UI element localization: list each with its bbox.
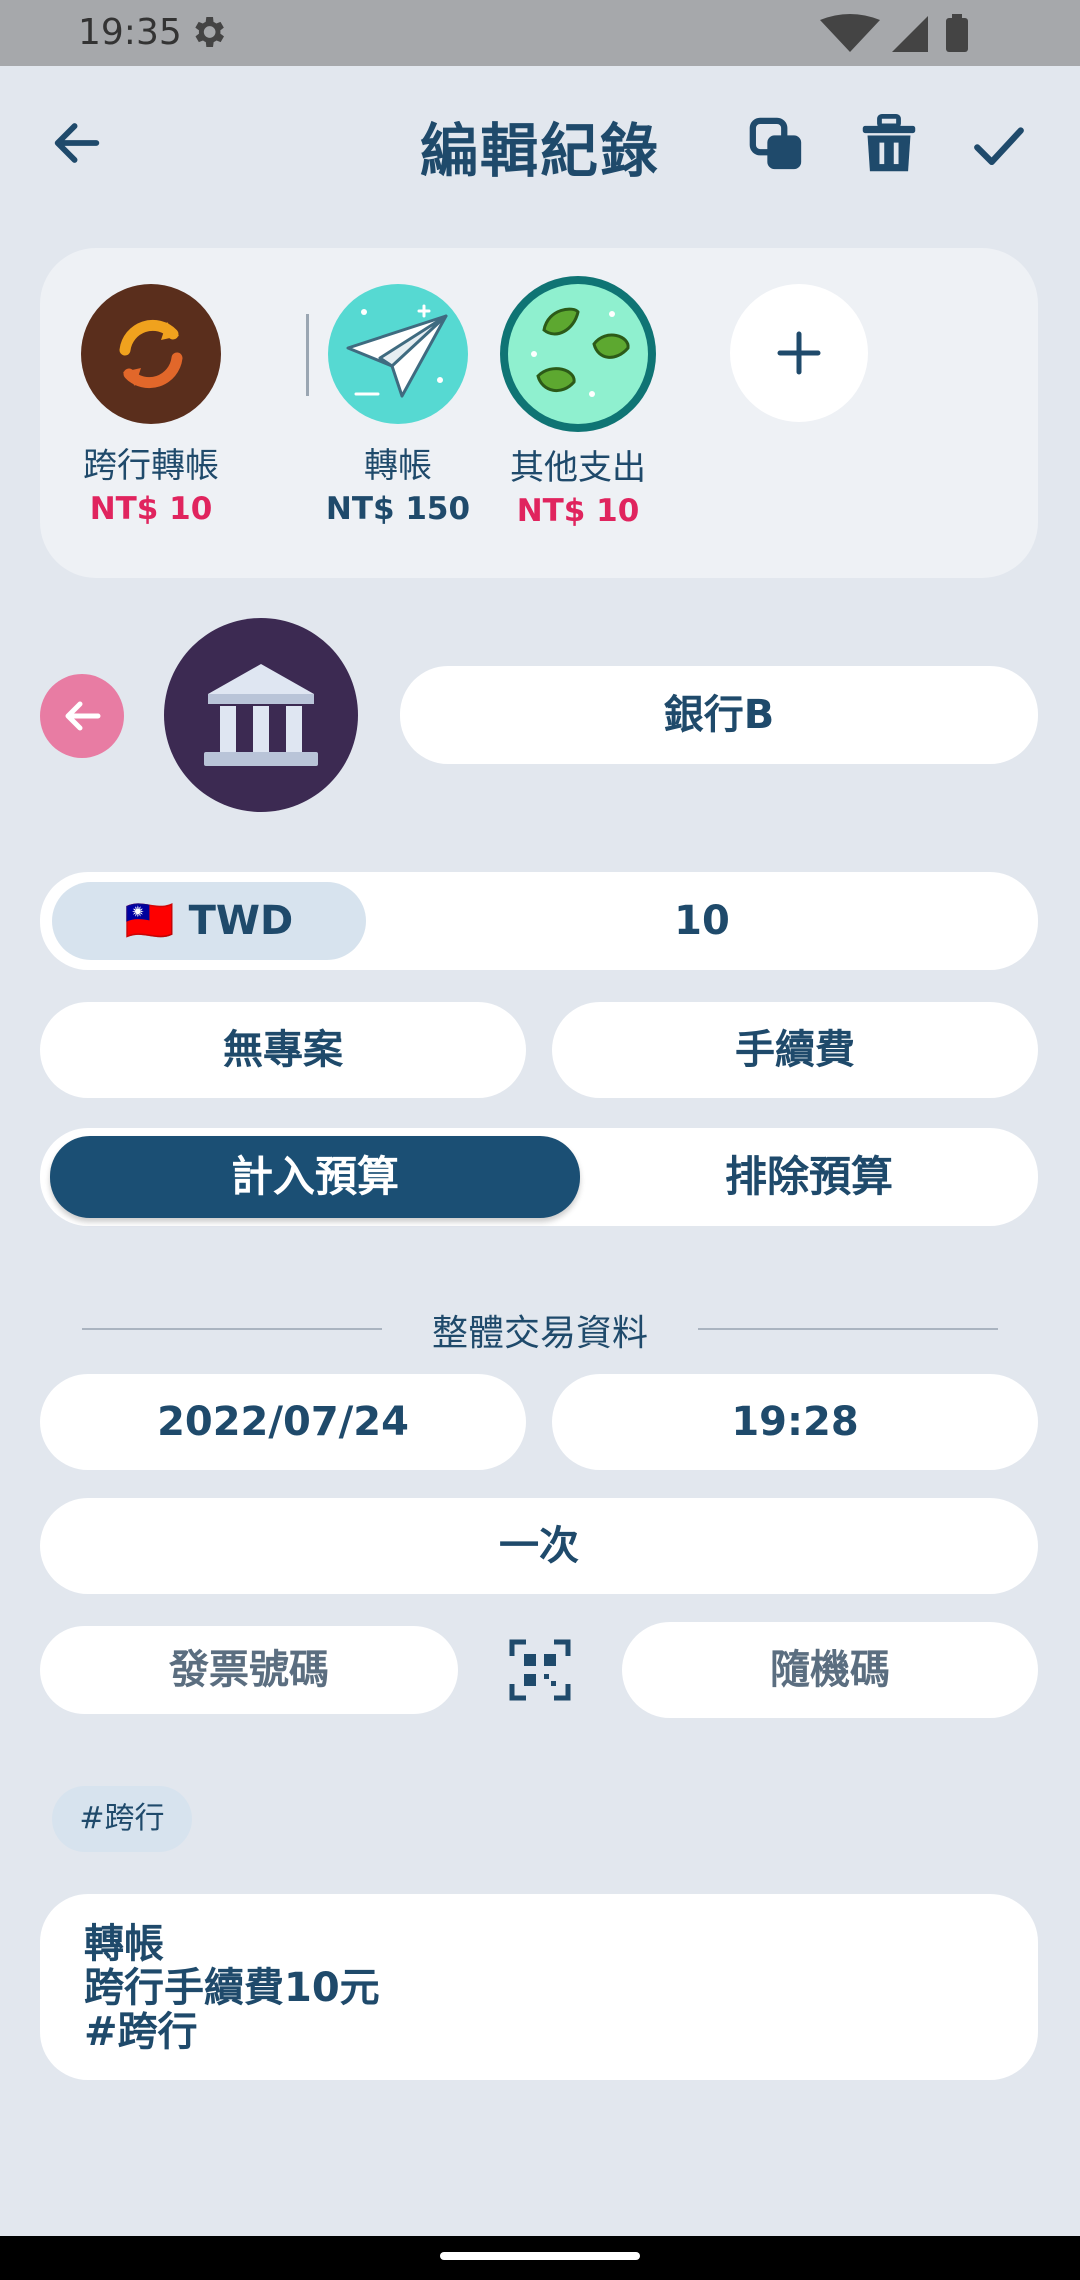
note-line: #跨行 — [84, 2009, 198, 2055]
settings-gear-icon — [195, 17, 224, 47]
left-arrow-icon — [65, 701, 101, 731]
home-gesture-handle[interactable] — [440, 2252, 640, 2260]
section-header: 整體交易資料 — [82, 1300, 998, 1360]
plus-icon — [777, 331, 821, 375]
note-line: 跨行手續費10元 — [84, 1965, 380, 2011]
status-icons — [810, 14, 1010, 63]
section-label: 整體交易資料 — [431, 1313, 648, 1354]
qr-scan-icon[interactable] — [508, 1638, 572, 1702]
exclude-budget-option[interactable]: 排除預算 — [580, 1128, 1038, 1226]
status-time: 19:35 — [78, 12, 182, 53]
status-bar: 19:35 — [0, 0, 1080, 66]
amount-input[interactable]: 10 — [366, 872, 1038, 970]
currency-code: TWD — [188, 898, 294, 944]
include-budget-option[interactable]: 計入預算 — [50, 1136, 580, 1218]
save-check-icon[interactable] — [970, 116, 1028, 174]
battery-icon — [946, 18, 968, 52]
signal-icon — [892, 16, 928, 52]
top-app-bar: 編輯紀錄 — [0, 66, 1080, 216]
tag-chip[interactable]: #跨行 — [52, 1786, 192, 1852]
category-name: 轉帳 — [364, 446, 432, 486]
category-interbank-transfer[interactable]: 跨行轉帳 NT$ 10 — [78, 284, 224, 527]
amount-row: 🇹🇼 TWD 10 — [40, 872, 1038, 970]
bank-account-icon[interactable] — [164, 618, 358, 812]
wifi-icon — [820, 14, 880, 52]
bank-building-icon — [204, 664, 318, 766]
category-divider — [306, 314, 309, 396]
fee-selector[interactable]: 手續費 — [552, 1002, 1038, 1098]
note-textarea[interactable]: 轉帳 跨行手續費10元 #跨行 — [40, 1894, 1038, 2080]
category-amount: NT$ 150 — [325, 491, 471, 527]
note-line: 轉帳 — [84, 1921, 164, 1967]
category-name: 其他支出 — [510, 448, 646, 488]
page-title: 編輯紀錄 — [419, 117, 660, 185]
paper-plane-icon — [328, 284, 468, 424]
category-other-expense[interactable]: 其他支出 NT$ 10 — [498, 276, 658, 529]
project-selector[interactable]: 無專案 — [40, 1002, 526, 1098]
category-amount: NT$ 10 — [516, 493, 640, 529]
add-category-button[interactable] — [730, 284, 868, 422]
time-field[interactable]: 19:28 — [552, 1374, 1038, 1470]
account-selector[interactable]: 銀行B — [400, 666, 1038, 764]
interbank-transfer-icon — [81, 284, 221, 424]
leaves-icon — [500, 276, 656, 432]
category-card: 跨行轉帳 NT$ 10 轉帳 NT$ 150 其他支出 NT$ 10 — [40, 248, 1038, 578]
duplicate-icon[interactable] — [748, 116, 806, 174]
trash-icon[interactable] — [860, 114, 918, 176]
category-amount: NT$ 10 — [89, 491, 213, 527]
budget-toggle: 計入預算 排除預算 — [40, 1128, 1038, 1226]
category-transfer[interactable]: 轉帳 NT$ 150 — [318, 284, 478, 527]
repeat-selector[interactable]: 一次 — [40, 1498, 1038, 1594]
category-name: 跨行轉帳 — [83, 446, 219, 486]
currency-selector[interactable]: 🇹🇼 TWD — [52, 882, 366, 960]
random-code-field[interactable]: 隨機碼 — [622, 1622, 1038, 1718]
swap-direction-button[interactable] — [40, 674, 124, 758]
date-field[interactable]: 2022/07/24 — [40, 1374, 526, 1470]
currency-flag: 🇹🇼 — [124, 898, 175, 944]
system-navigation-bar — [0, 2236, 1080, 2280]
invoice-number-field[interactable]: 發票號碼 — [40, 1626, 458, 1714]
